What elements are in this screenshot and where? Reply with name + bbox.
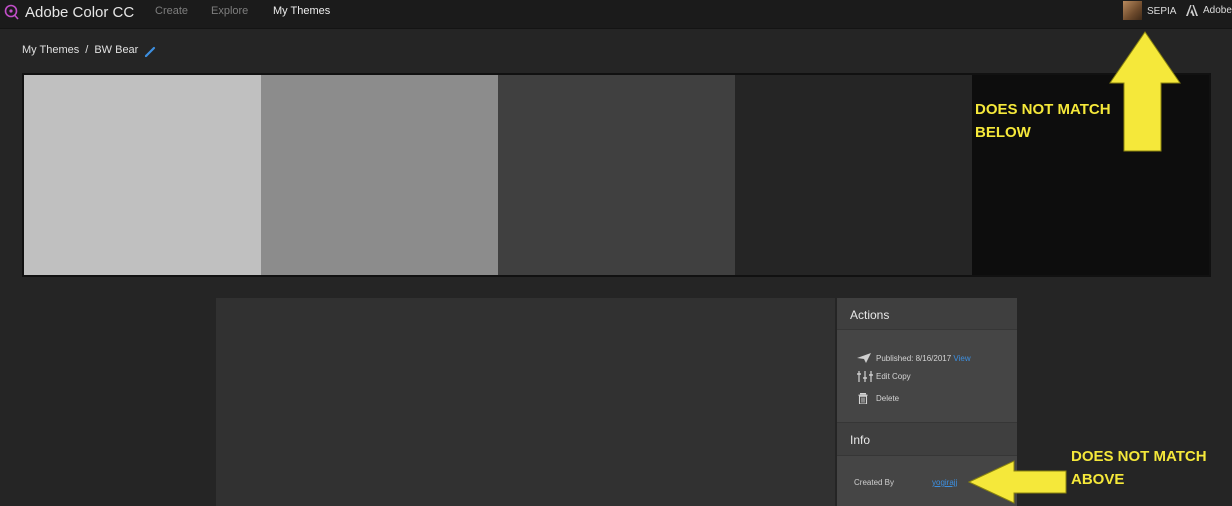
annotation-bottom-text: DOES NOT MATCH ABOVE	[1071, 448, 1207, 488]
delete-label: Delete	[876, 394, 900, 403]
nav-explore[interactable]: Explore	[211, 5, 248, 17]
nav-create[interactable]: Create	[155, 5, 188, 17]
info-header: Info	[837, 422, 1017, 456]
theme-name: BW Bear	[94, 44, 139, 56]
trash-icon	[858, 393, 868, 404]
sliders-icon	[857, 371, 873, 382]
view-link[interactable]: View	[953, 354, 970, 363]
created-by-label: Created By	[854, 478, 895, 487]
color-swatch-4[interactable]	[735, 75, 972, 275]
edit-copy-label: Edit Copy	[876, 372, 911, 381]
avatar[interactable]	[1123, 1, 1142, 20]
theme-detail-area	[216, 298, 835, 506]
arrow-left-annotation-icon	[968, 460, 1067, 504]
top-bar: Adobe Color CC Create Explore My Themes …	[0, 0, 1232, 29]
actions-header: Actions	[837, 298, 1017, 330]
color-swatch-2[interactable]	[261, 75, 498, 275]
adobe-logo-icon[interactable]	[1186, 5, 1198, 16]
send-icon	[857, 353, 871, 363]
arrow-up-annotation-icon	[1109, 31, 1181, 152]
color-swatch-3[interactable]	[498, 75, 735, 275]
pencil-icon[interactable]	[144, 46, 156, 58]
nav-my-themes[interactable]: My Themes	[273, 5, 330, 17]
app-title[interactable]: Adobe Color CC	[25, 4, 134, 21]
actions-title: Actions	[850, 308, 890, 322]
breadcrumb: My Themes / BW Bear	[22, 44, 138, 56]
published-label: Published: 8/16/2017	[876, 354, 952, 363]
color-swatch-1[interactable]	[24, 75, 261, 275]
info-title: Info	[850, 433, 871, 447]
created-by-link[interactable]: yogirajj	[932, 478, 957, 487]
annotation-top-text: DOES NOT MATCH BELOW	[975, 101, 1111, 141]
breadcrumb-my-themes[interactable]: My Themes	[22, 44, 79, 56]
adobe-color-logo-icon[interactable]	[4, 3, 20, 21]
breadcrumb-separator: /	[85, 44, 89, 56]
user-name[interactable]: SEPIA	[1147, 6, 1176, 17]
adobe-menu-label[interactable]: Adobe	[1203, 5, 1232, 16]
